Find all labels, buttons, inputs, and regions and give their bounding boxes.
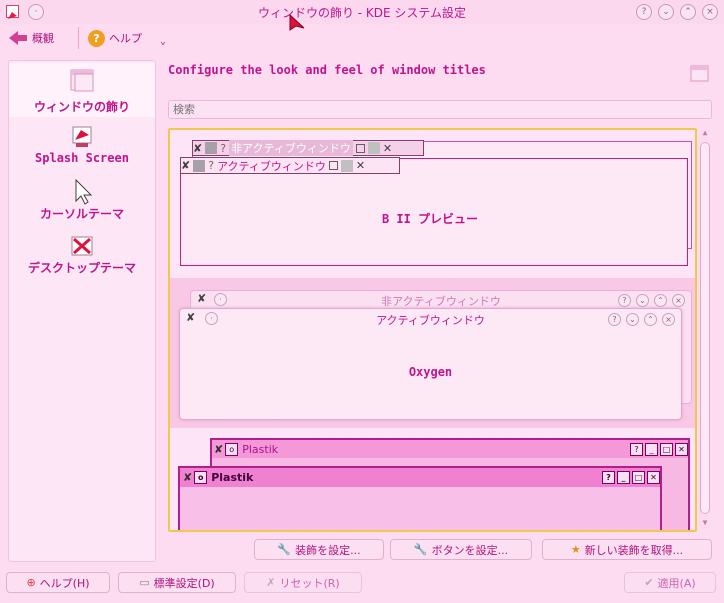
lifebuoy-icon: ⊕: [26, 576, 36, 589]
reset-button[interactable]: ✗ リセット(R): [244, 572, 362, 593]
mouse-cursor-icon: [289, 14, 305, 31]
star-icon: ★: [570, 543, 581, 556]
sidebar-item-label: カーソルテーマ: [39, 207, 124, 221]
apply-button[interactable]: ✔ 適用(A): [624, 572, 716, 593]
overview-button[interactable]: 概観: [8, 28, 54, 48]
sidebar-item-cursor-theme[interactable]: カーソルテーマ: [9, 177, 155, 229]
document-icon: ▭: [139, 576, 150, 589]
close-button[interactable]: ×: [702, 4, 718, 20]
preview-inactive-title: Plastik: [242, 442, 279, 456]
page-header-icon: [690, 64, 710, 88]
help-label: ヘルプ: [109, 32, 142, 45]
help-title-button[interactable]: ?: [636, 4, 652, 20]
menu-icon: ✘: [193, 141, 203, 155]
cursor-icon: [68, 177, 96, 205]
list-scrollbar[interactable]: ▲ ▼: [698, 128, 712, 532]
sidebar-item-window-decoration[interactable]: ウィンドウの飾り: [9, 63, 155, 117]
decoration-item-oxygen[interactable]: ✘ · 非アクティブウィンドウ ? ⌄ ⌃ × ✘ · アクティブウィンドウ ? ⌄ ⌃ × O…: [170, 278, 695, 428]
chevron-down-icon[interactable]: ⌄: [160, 36, 166, 47]
sidebar-item-label: Splash Screen: [35, 151, 129, 165]
search-input[interactable]: [168, 100, 712, 119]
window-title: ウィンドウの飾り - KDE システム設定: [257, 6, 467, 20]
preview-active-window: ✘ · アクティブウィンドウ ? ⌄ ⌃ × Oxygen: [179, 308, 682, 420]
title-bar[interactable]: · ウィンドウの飾り - KDE システム設定 ? ⌄ ⌃ ×: [0, 0, 724, 24]
menu-icon: ✘: [183, 471, 193, 484]
help-menu-button[interactable]: ? ヘルプ: [88, 28, 142, 48]
decoration-item-b2[interactable]: ✘ ? 非アクティブウィンドウ ✕ ✘ ? アクティブウィンドウ ✕ B II プレ…: [170, 130, 695, 278]
decoration-name: Oxygen: [408, 365, 453, 379]
window-decoration-icon: [68, 67, 96, 95]
reset-icon: ✗: [266, 576, 276, 589]
maximize-button[interactable]: ⌃: [680, 4, 696, 20]
menu-icon: ✘: [214, 442, 224, 456]
wrench-icon: 🔧: [413, 543, 428, 556]
decoration-list[interactable]: ✘ ? 非アクティブウィンドウ ✕ ✘ ? アクティブウィンドウ ✕ B II プレ…: [168, 128, 697, 532]
menu-icon: ✘: [181, 159, 191, 172]
preview-active-title: アクティブウィンドウ: [217, 159, 326, 173]
preview-active-title: Plastik: [211, 471, 254, 484]
preview-inactive-title: 非アクティブウィンドウ: [229, 140, 353, 156]
scroll-up-arrow[interactable]: ▲: [698, 128, 712, 140]
get-new-decorations-button[interactable]: ★ 新しい装飾を取得...: [542, 539, 712, 560]
sidebar-item-label: デスクトップテーマ: [27, 261, 136, 275]
preview-active-window: ✘ o Plastik ? _ □ ✕: [178, 466, 662, 530]
sidebar: ウィンドウの飾り Splash Screen カーソルテーマ デスクトップテーマ: [8, 60, 156, 562]
checkmark-icon: ✔: [644, 576, 654, 589]
overview-label: 概観: [32, 32, 54, 45]
decoration-item-plastik[interactable]: ✘ o Plastik ? _ □ ✕ ✘ o Plastik ? _ □ ✕: [170, 428, 695, 530]
scrollbar-thumb[interactable]: [700, 142, 710, 514]
minimize-button[interactable]: ⌄: [658, 4, 674, 20]
preview-active-titlebar: ✘ ? アクティブウィンドウ ✕: [180, 157, 400, 174]
page-heading: Configure the look and feel of window ti…: [168, 63, 486, 77]
back-arrow-icon: [9, 31, 27, 45]
desktop-theme-icon: [68, 233, 96, 261]
splash-screen-icon: [68, 123, 96, 151]
preview-inactive-titlebar: ✘ ? 非アクティブウィンドウ ✕: [192, 140, 424, 156]
scroll-down-arrow[interactable]: ▼: [698, 518, 712, 530]
configure-buttons-button[interactable]: 🔧 ボタンを設定...: [390, 539, 532, 560]
wrench-icon: 🔧: [277, 543, 292, 556]
help-button[interactable]: ⊕ ヘルプ(H): [6, 572, 110, 593]
sidebar-item-splash-screen[interactable]: Splash Screen: [9, 123, 155, 175]
help-icon: ?: [88, 29, 105, 47]
decoration-name: B II プレビュー: [381, 212, 479, 226]
sidebar-item-label: ウィンドウの飾り: [33, 100, 130, 114]
defaults-button[interactable]: ▭ 標準設定(D): [118, 572, 236, 593]
toolbar-separator: [78, 27, 79, 49]
sidebar-item-desktop-theme[interactable]: デスクトップテーマ: [9, 233, 155, 299]
configure-decoration-button[interactable]: 🔧 装飾を設定...: [254, 539, 384, 560]
